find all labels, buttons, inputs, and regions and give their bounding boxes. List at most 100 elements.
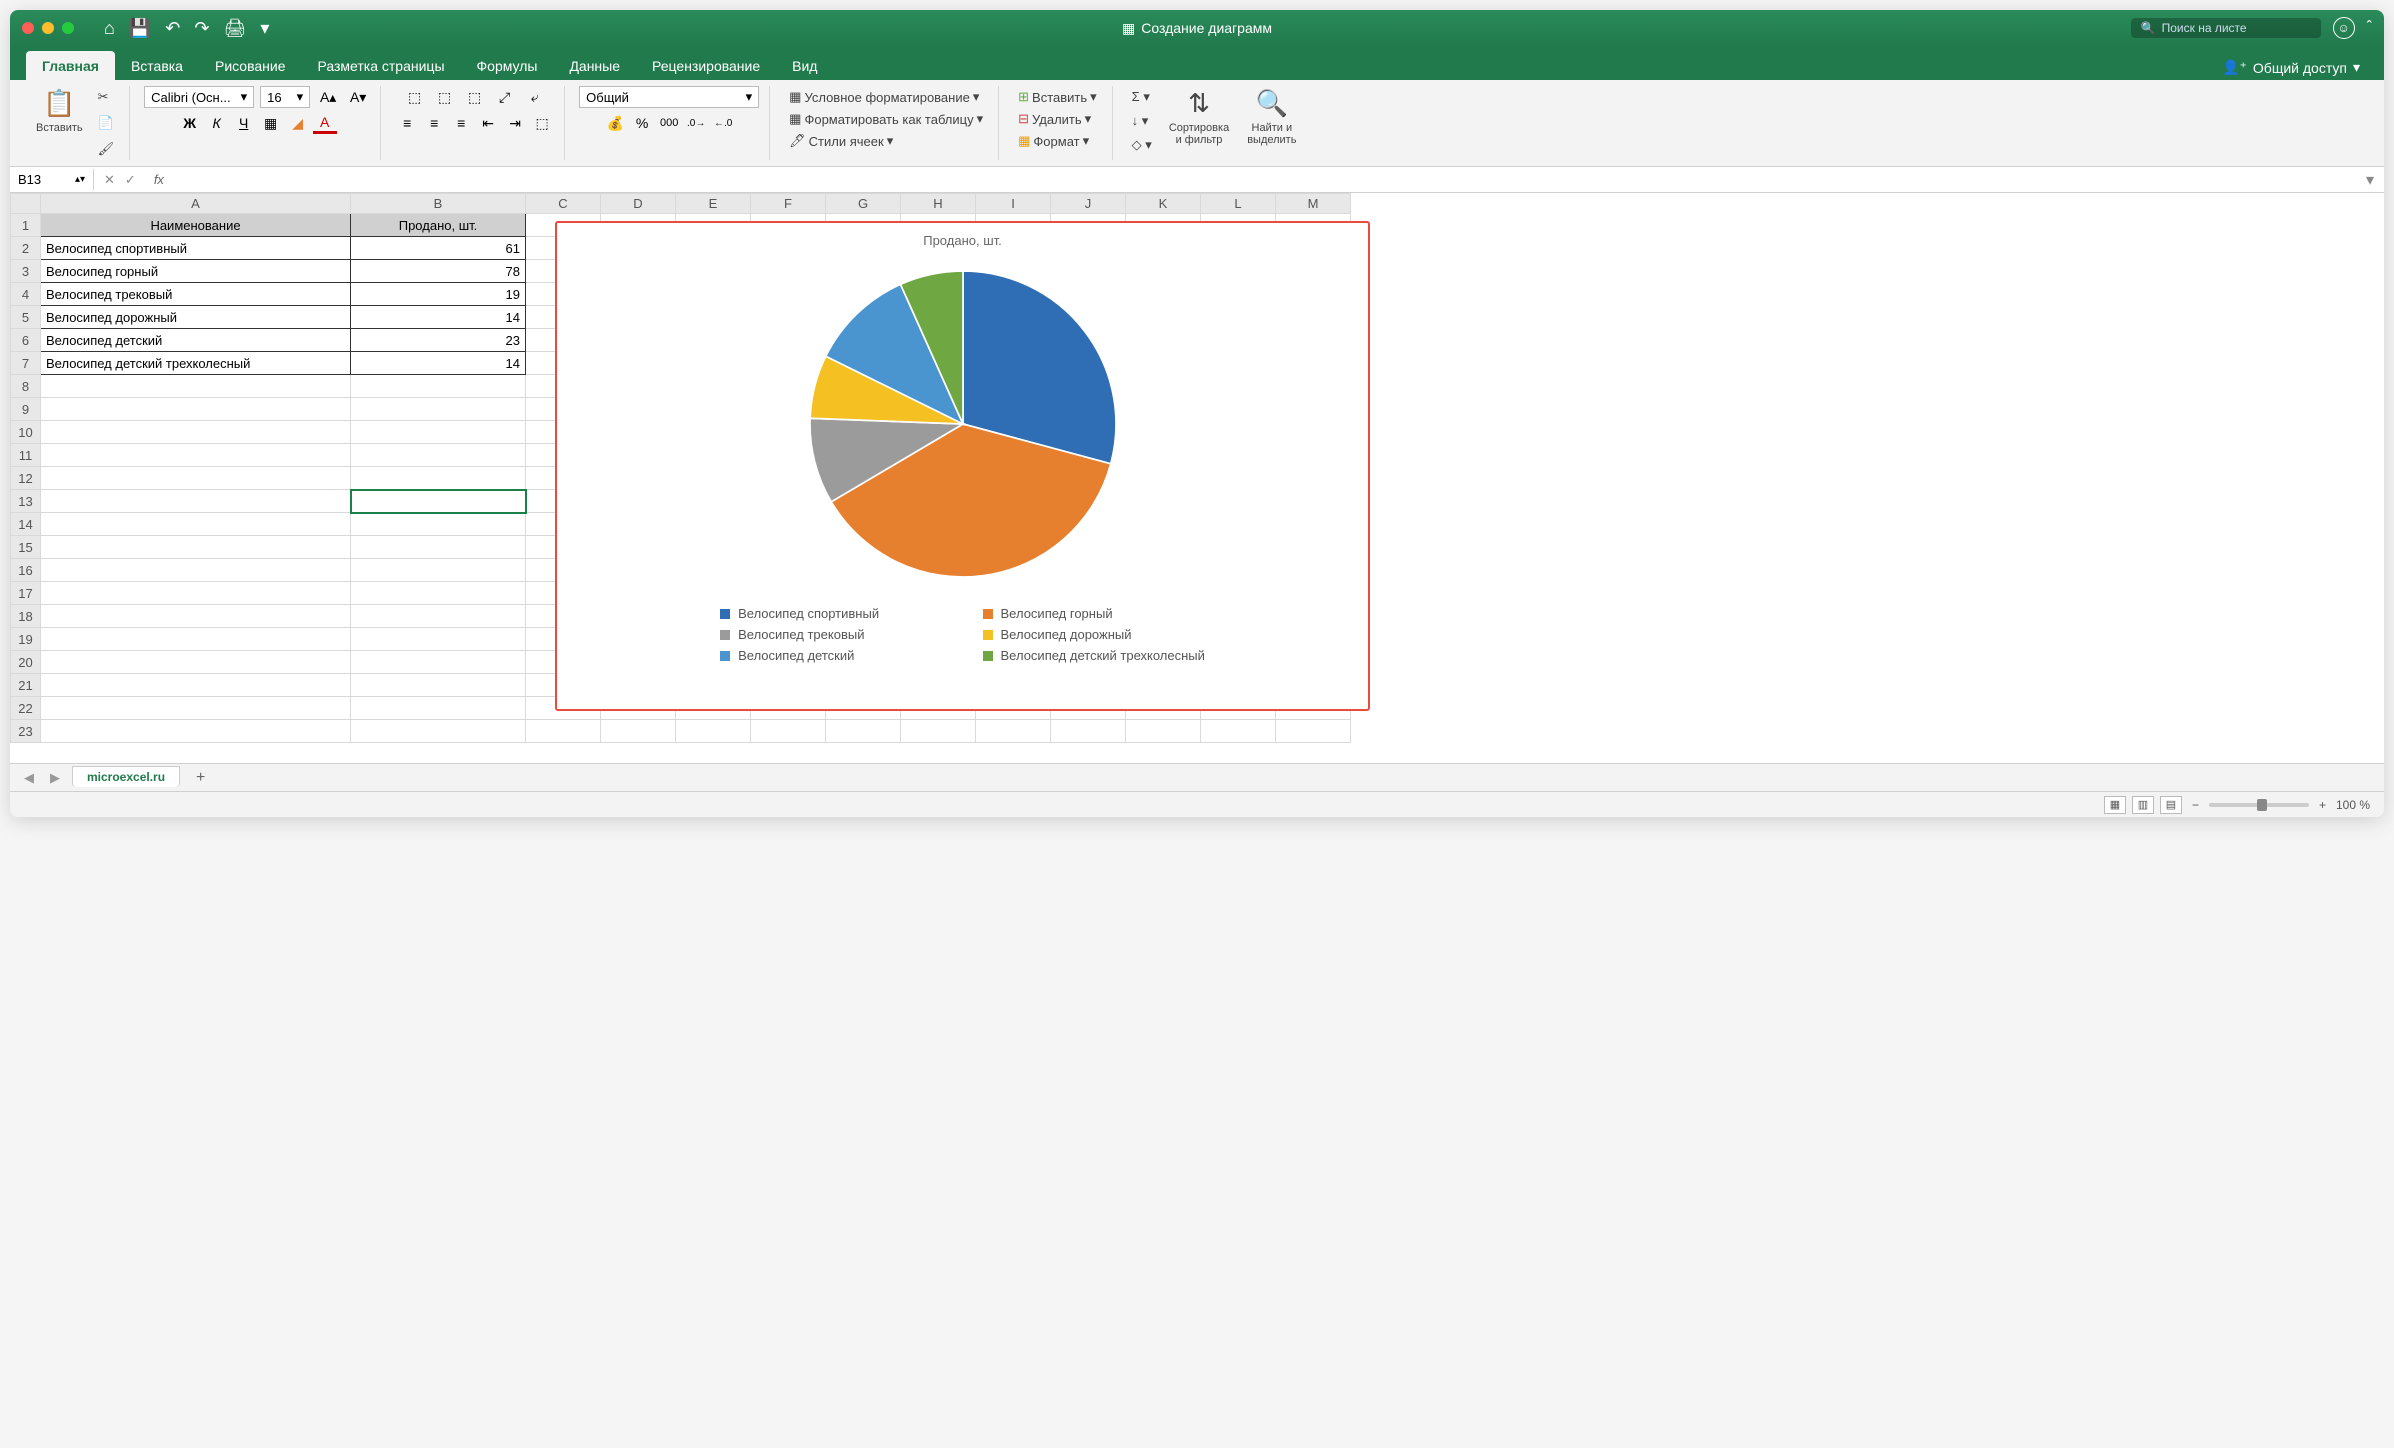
cell-A15[interactable] <box>41 536 351 559</box>
cell-B3[interactable]: 78 <box>351 260 526 283</box>
column-header-C[interactable]: C <box>526 194 601 214</box>
sort-filter-button[interactable]: ⇅ Сортировка и фильтр <box>1163 86 1235 156</box>
cell-A17[interactable] <box>41 582 351 605</box>
zoom-out-button[interactable]: − <box>2192 798 2199 812</box>
undo-icon[interactable]: ↶ <box>165 18 180 39</box>
align-middle-button[interactable]: ⬚ <box>433 86 457 108</box>
row-header-22[interactable]: 22 <box>11 697 41 720</box>
orientation-button[interactable]: ⤢ <box>493 86 517 108</box>
cell-B6[interactable]: 23 <box>351 329 526 352</box>
save-icon[interactable]: 💾 <box>129 18 151 39</box>
font-size-dropdown[interactable]: 16▾ <box>260 86 310 108</box>
row-header-13[interactable]: 13 <box>11 490 41 513</box>
column-header-H[interactable]: H <box>901 194 976 214</box>
column-header-D[interactable]: D <box>601 194 676 214</box>
cell-B22[interactable] <box>351 697 526 720</box>
cell-A13[interactable] <box>41 490 351 513</box>
normal-view-button[interactable]: ▦ <box>2104 796 2126 814</box>
row-header-17[interactable]: 17 <box>11 582 41 605</box>
column-header-L[interactable]: L <box>1201 194 1276 214</box>
cell-B15[interactable] <box>351 536 526 559</box>
insert-cells-button[interactable]: ⊞Вставить ▾ <box>1013 86 1102 108</box>
cell-A18[interactable] <box>41 605 351 628</box>
cell-B21[interactable] <box>351 674 526 697</box>
row-header-1[interactable]: 1 <box>11 214 41 237</box>
sheet-nav-prev[interactable]: ◀ <box>20 770 38 786</box>
row-header-8[interactable]: 8 <box>11 375 41 398</box>
cell-A7[interactable]: Велосипед детский трехколесный <box>41 352 351 375</box>
wrap-text-button[interactable]: ⤶ <box>523 86 547 108</box>
column-header-E[interactable]: E <box>676 194 751 214</box>
cancel-icon[interactable]: ✕ <box>104 172 115 188</box>
cell-A2[interactable]: Велосипед спортивный <box>41 237 351 260</box>
tab-review[interactable]: Рецензирование <box>636 51 776 80</box>
cell-A19[interactable] <box>41 628 351 651</box>
cell-B23[interactable] <box>351 720 526 743</box>
column-header-K[interactable]: K <box>1126 194 1201 214</box>
increase-font-button[interactable]: A▴ <box>316 86 340 108</box>
cell-M23[interactable] <box>1276 720 1351 743</box>
cell-D23[interactable] <box>601 720 676 743</box>
fill-button[interactable]: ↓ ▾ <box>1127 110 1157 132</box>
cell-A16[interactable] <box>41 559 351 582</box>
page-break-view-button[interactable]: ▤ <box>2160 796 2182 814</box>
tab-data[interactable]: Данные <box>553 51 636 80</box>
pie-chart[interactable]: Продано, шт. Велосипед спортивныйВелосип… <box>555 221 1370 711</box>
row-header-18[interactable]: 18 <box>11 605 41 628</box>
row-header-21[interactable]: 21 <box>11 674 41 697</box>
bold-button[interactable]: Ж <box>178 112 202 134</box>
cell-B7[interactable]: 14 <box>351 352 526 375</box>
select-all-corner[interactable] <box>11 194 41 214</box>
conditional-formatting-button[interactable]: ▦Условное форматирование ▾ <box>784 86 984 108</box>
cell-B17[interactable] <box>351 582 526 605</box>
row-header-4[interactable]: 4 <box>11 283 41 306</box>
cell-A11[interactable] <box>41 444 351 467</box>
cell-A12[interactable] <box>41 467 351 490</box>
cell-A21[interactable] <box>41 674 351 697</box>
maximize-window-button[interactable] <box>62 22 74 34</box>
ribbon-toggle-icon[interactable]: ˆ <box>2367 19 2372 37</box>
row-header-19[interactable]: 19 <box>11 628 41 651</box>
row-header-20[interactable]: 20 <box>11 651 41 674</box>
column-header-B[interactable]: B <box>351 194 526 214</box>
delete-cells-button[interactable]: ⊟Удалить ▾ <box>1013 108 1096 130</box>
zoom-slider[interactable] <box>2209 803 2309 807</box>
find-select-button[interactable]: 🔍 Найти и выделить <box>1241 86 1302 156</box>
cell-B14[interactable] <box>351 513 526 536</box>
cell-A1[interactable]: Наименование <box>41 214 351 237</box>
row-header-10[interactable]: 10 <box>11 421 41 444</box>
cell-A14[interactable] <box>41 513 351 536</box>
row-header-14[interactable]: 14 <box>11 513 41 536</box>
row-header-16[interactable]: 16 <box>11 559 41 582</box>
cell-A3[interactable]: Велосипед горный <box>41 260 351 283</box>
cell-A20[interactable] <box>41 651 351 674</box>
cell-A23[interactable] <box>41 720 351 743</box>
column-header-I[interactable]: I <box>976 194 1051 214</box>
cell-K23[interactable] <box>1126 720 1201 743</box>
row-header-12[interactable]: 12 <box>11 467 41 490</box>
row-header-23[interactable]: 23 <box>11 720 41 743</box>
row-header-3[interactable]: 3 <box>11 260 41 283</box>
cell-B12[interactable] <box>351 467 526 490</box>
search-input[interactable]: 🔍 Поиск на листе <box>2131 18 2321 38</box>
align-center-button[interactable]: ≡ <box>422 112 446 134</box>
cell-A5[interactable]: Велосипед дорожный <box>41 306 351 329</box>
border-button[interactable]: ▦ <box>259 112 283 134</box>
cell-F23[interactable] <box>751 720 826 743</box>
number-format-dropdown[interactable]: Общий▾ <box>579 86 759 108</box>
align-top-button[interactable]: ⬚ <box>403 86 427 108</box>
cell-B20[interactable] <box>351 651 526 674</box>
cell-L23[interactable] <box>1201 720 1276 743</box>
add-sheet-button[interactable]: + <box>188 769 213 787</box>
cell-B8[interactable] <box>351 375 526 398</box>
row-header-9[interactable]: 9 <box>11 398 41 421</box>
decrease-indent-button[interactable]: ⇤ <box>476 112 500 134</box>
underline-button[interactable]: Ч <box>232 112 256 134</box>
cell-A8[interactable] <box>41 375 351 398</box>
comma-button[interactable]: 000 <box>657 112 681 134</box>
copy-button[interactable]: 📄 <box>93 112 120 134</box>
cut-button[interactable]: ✂ <box>93 86 120 108</box>
cell-B4[interactable]: 19 <box>351 283 526 306</box>
cell-A22[interactable] <box>41 697 351 720</box>
sheet-nav-next[interactable]: ▶ <box>46 770 64 786</box>
